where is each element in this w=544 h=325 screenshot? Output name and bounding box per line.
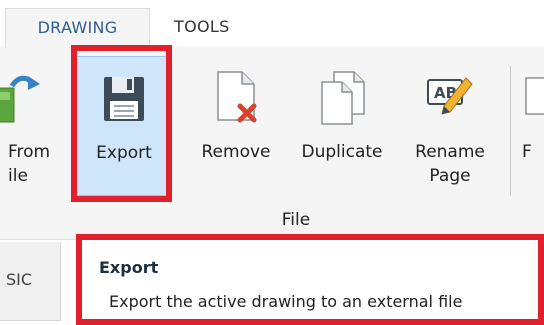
tab-drawing[interactable]: DRAWING	[5, 8, 150, 48]
ribbon-group-label-file: File	[281, 210, 311, 230]
rename-page-label-line1: Rename	[415, 142, 485, 162]
partial-ribbon-button[interactable]: F	[516, 56, 544, 196]
tooltip-description: Export the active drawing to an external…	[109, 292, 463, 311]
save-floppy-icon	[100, 71, 148, 127]
document-duplicate-icon	[318, 70, 366, 126]
ribbon-panel: From ile Export Remove Duplicate AB Rena…	[0, 46, 544, 240]
export-label: Export	[96, 143, 152, 163]
import-from-file-label: From ile	[8, 140, 70, 188]
tooltip-title: Export	[99, 258, 159, 277]
import-from-file-button[interactable]: From ile	[0, 56, 70, 196]
rename-pencil-icon: AB	[426, 70, 474, 126]
side-tab-basic[interactable]: SIC	[0, 242, 61, 321]
rename-page-label-line2: Page	[429, 166, 471, 186]
import-from-file-label-line1: From	[8, 142, 51, 162]
remove-button[interactable]: Remove	[188, 56, 284, 196]
tab-tools[interactable]: TOOLS	[158, 8, 274, 46]
rename-page-label: Rename Page	[402, 140, 498, 188]
duplicate-button[interactable]: Duplicate	[290, 56, 394, 196]
export-button[interactable]: Export	[76, 56, 172, 196]
rename-page-button[interactable]: AB Rename Page	[402, 56, 498, 196]
ribbon-tabstrip: DRAWING TOOLS	[0, 0, 544, 48]
side-tab-label: SIC	[6, 270, 33, 289]
export-tooltip: Export Export the active drawing to an e…	[76, 234, 544, 325]
import-from-file-label-line2: ile	[8, 166, 28, 186]
partial-ribbon-label: F	[522, 142, 532, 162]
group-separator	[510, 66, 511, 196]
duplicate-label: Duplicate	[301, 142, 383, 162]
partial-document-icon	[522, 70, 544, 126]
remove-label: Remove	[201, 142, 271, 162]
document-remove-icon	[212, 70, 260, 126]
import-from-file-icon	[0, 70, 46, 126]
